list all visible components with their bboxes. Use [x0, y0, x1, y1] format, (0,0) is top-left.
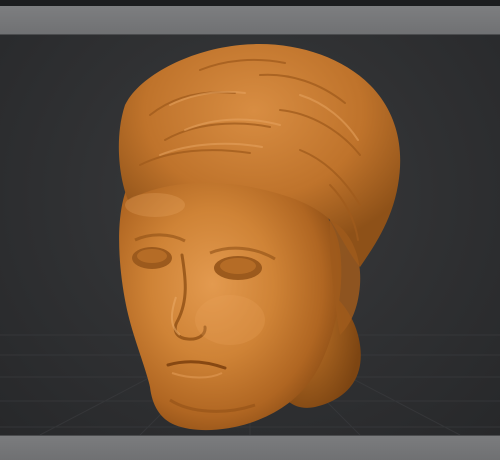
sculpt-app-window — [0, 0, 500, 460]
top-toolbar[interactable] — [0, 6, 500, 35]
bottom-toolbar[interactable] — [0, 435, 500, 460]
sculpted-head-model[interactable] — [0, 35, 500, 435]
3d-viewport[interactable] — [0, 35, 500, 435]
